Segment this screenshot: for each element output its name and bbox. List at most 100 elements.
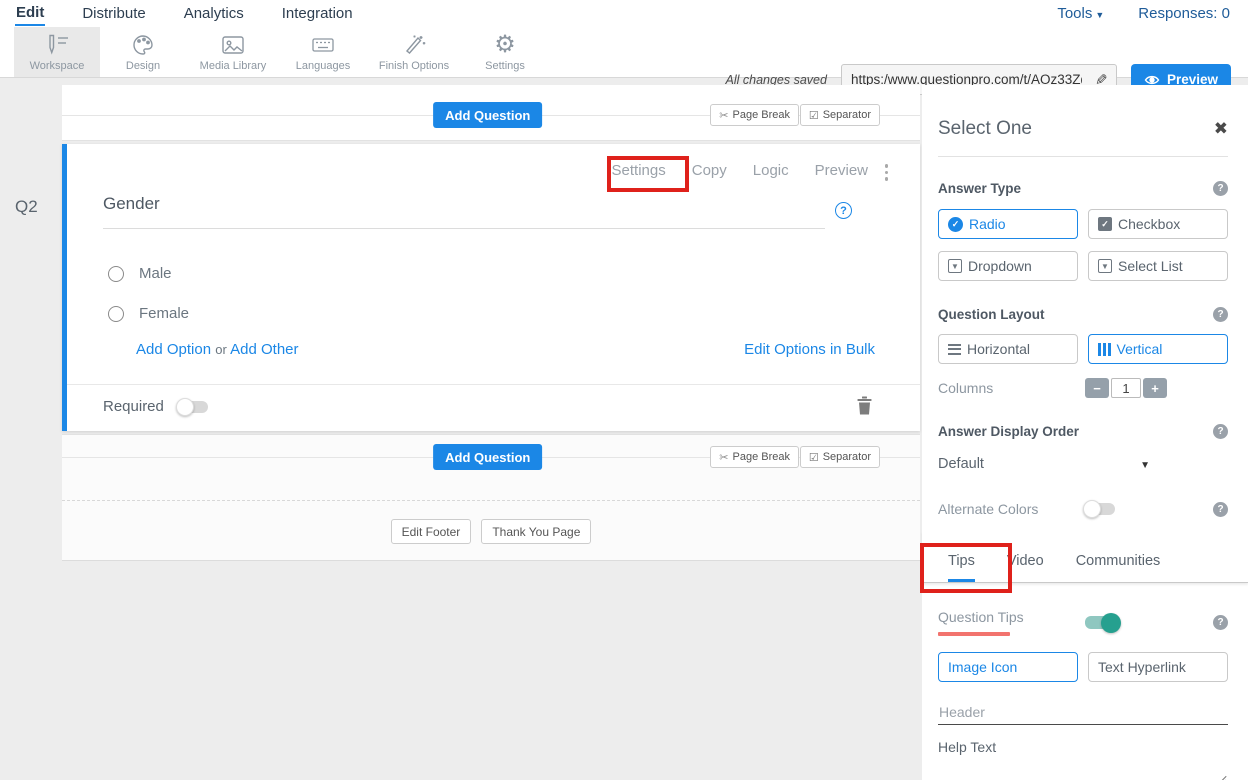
toolbar-tab-settings[interactable]: Settings — [462, 27, 548, 77]
thank-you-page-button[interactable]: Thank You Page — [481, 519, 591, 544]
page-break-button[interactable]: Page Break — [710, 104, 799, 126]
nav-item-edit[interactable]: Edit — [15, 1, 45, 26]
question-settings-sidebar: Select One Answer Type Radio Checkbox Dr… — [922, 85, 1248, 780]
answer-display-order-help-icon[interactable] — [1213, 424, 1228, 439]
editor-toolbar: Workspace Design Media Libr — [0, 27, 1248, 78]
top-navigation: Edit Distribute Analytics Integration To… — [0, 0, 1248, 27]
option-label[interactable]: Male — [139, 265, 172, 282]
nav-item-integration[interactable]: Integration — [281, 2, 354, 25]
checkbox-check-icon — [1098, 217, 1112, 231]
columns-increase-button[interactable] — [1143, 378, 1167, 398]
divider — [938, 156, 1228, 157]
responses-count[interactable]: Responses: 0 — [1138, 5, 1230, 22]
help-text-area-wrap — [938, 757, 1228, 780]
question-preview-link[interactable]: Preview — [815, 162, 868, 179]
alternate-colors-help-icon[interactable] — [1213, 502, 1228, 517]
toolbar-tab-label: Finish Options — [379, 60, 449, 72]
nav-item-distribute[interactable]: Distribute — [81, 2, 146, 25]
checkbox-icon — [809, 451, 819, 464]
toolbar-tab-languages[interactable]: Languages — [280, 27, 366, 77]
radio-button[interactable] — [108, 266, 124, 282]
toolbar-tab-label: Design — [126, 60, 160, 72]
nav-item-analytics[interactable]: Analytics — [183, 2, 245, 25]
add-other-link[interactable]: Add Other — [230, 341, 298, 358]
help-text-label: Help Text — [938, 739, 1228, 755]
text-hyperlink-button[interactable]: Text Hyperlink — [1088, 652, 1228, 682]
answer-option-row: Female — [108, 305, 189, 322]
tab-tips[interactable]: Tips — [948, 553, 975, 582]
resize-handle-icon[interactable] — [1217, 775, 1227, 780]
top-nav-right: Tools Responses: 0 — [1057, 0, 1230, 27]
edit-options-bulk-link[interactable]: Edit Options in Bulk — [744, 341, 875, 358]
answer-display-order-label: Answer Display Order — [938, 424, 1079, 439]
eye-icon — [1144, 74, 1160, 86]
toolbar-tab-label: Settings — [485, 60, 525, 72]
columns-value-input[interactable] — [1111, 378, 1141, 398]
gear-icon — [494, 32, 516, 58]
tools-menu[interactable]: Tools — [1057, 5, 1104, 22]
chevron-down-icon — [1140, 455, 1150, 473]
toolbar-tab-finish-options[interactable]: Finish Options — [366, 27, 462, 77]
separator-button[interactable]: Separator — [800, 446, 880, 468]
columns-label: Columns — [938, 380, 1085, 396]
toolbar-tab-design[interactable]: Design — [100, 27, 186, 77]
add-question-button[interactable]: Add Question — [433, 444, 542, 470]
workspace-icon — [44, 32, 70, 58]
add-question-button[interactable]: Add Question — [433, 102, 542, 128]
close-icon[interactable] — [1214, 119, 1228, 139]
answer-type-label: Answer Type — [938, 181, 1021, 196]
option-label[interactable]: Female — [139, 305, 189, 322]
radio-button[interactable] — [108, 306, 124, 322]
page-break-button[interactable]: Page Break — [710, 446, 799, 468]
scissors-icon — [719, 109, 728, 122]
question-tips-label: Question Tips — [938, 609, 1024, 625]
tip-header-input[interactable] — [938, 700, 1228, 725]
answer-type-select-list-button[interactable]: Select List — [1088, 251, 1228, 281]
required-toggle[interactable] — [178, 401, 208, 413]
question-settings-link[interactable]: Settings — [612, 162, 666, 179]
checkbox-icon — [809, 109, 819, 122]
palette-icon — [131, 32, 155, 58]
toolbar-tab-label: Workspace — [30, 60, 85, 72]
tab-video[interactable]: Video — [1007, 553, 1044, 582]
layout-horizontal-button[interactable]: Horizontal — [938, 334, 1078, 364]
tab-communities[interactable]: Communities — [1076, 553, 1161, 582]
answer-type-dropdown-button[interactable]: Dropdown — [938, 251, 1078, 281]
question-copy-link[interactable]: Copy — [692, 162, 727, 179]
answer-type-help-icon[interactable] — [1213, 181, 1228, 196]
edit-footer-button[interactable]: Edit Footer — [391, 519, 472, 544]
layout-vertical-button[interactable]: Vertical — [1088, 334, 1228, 364]
question-title[interactable]: Gender — [103, 194, 160, 214]
sidebar-title: Select One — [938, 118, 1032, 140]
add-option-link[interactable]: Add Option — [136, 341, 211, 358]
required-label: Required — [103, 398, 164, 415]
question-card: Settings Copy Logic Preview Gender Male … — [62, 144, 920, 431]
separator-button[interactable]: Separator — [800, 104, 880, 126]
answer-type-radio-button[interactable]: Radio — [938, 209, 1078, 239]
required-row: Required — [103, 398, 208, 415]
columns-stepper — [1085, 378, 1167, 398]
question-tips-help-icon[interactable] — [1213, 615, 1228, 630]
toolbar-tab-label: Languages — [296, 60, 350, 72]
question-tips-toggle[interactable] — [1085, 616, 1119, 629]
question-layout-help-icon[interactable] — [1213, 307, 1228, 322]
radio-check-icon — [948, 217, 963, 232]
sidebar-tabs: Tips Video Communities — [922, 531, 1248, 583]
question-title-underline — [103, 228, 825, 229]
alternate-colors-toggle[interactable] — [1085, 503, 1115, 515]
delete-question-trash-icon[interactable] — [857, 396, 872, 420]
answer-type-checkbox-button[interactable]: Checkbox — [1088, 209, 1228, 239]
help-text-textarea[interactable] — [938, 757, 1228, 780]
keyboard-icon — [310, 32, 336, 58]
question-logic-link[interactable]: Logic — [753, 162, 789, 179]
toolbar-tab-workspace[interactable]: Workspace — [14, 27, 100, 77]
answer-display-order-select[interactable]: Default — [938, 455, 1150, 473]
image-icon-button[interactable]: Image Icon — [938, 652, 1078, 682]
more-options-dots-icon[interactable] — [883, 162, 891, 183]
magic-wand-icon — [401, 32, 427, 58]
dropdown-square-icon — [1098, 259, 1112, 273]
or-text: or — [215, 342, 227, 357]
question-help-icon[interactable] — [835, 202, 852, 219]
toolbar-tab-media-library[interactable]: Media Library — [186, 27, 280, 77]
columns-decrease-button[interactable] — [1085, 378, 1109, 398]
